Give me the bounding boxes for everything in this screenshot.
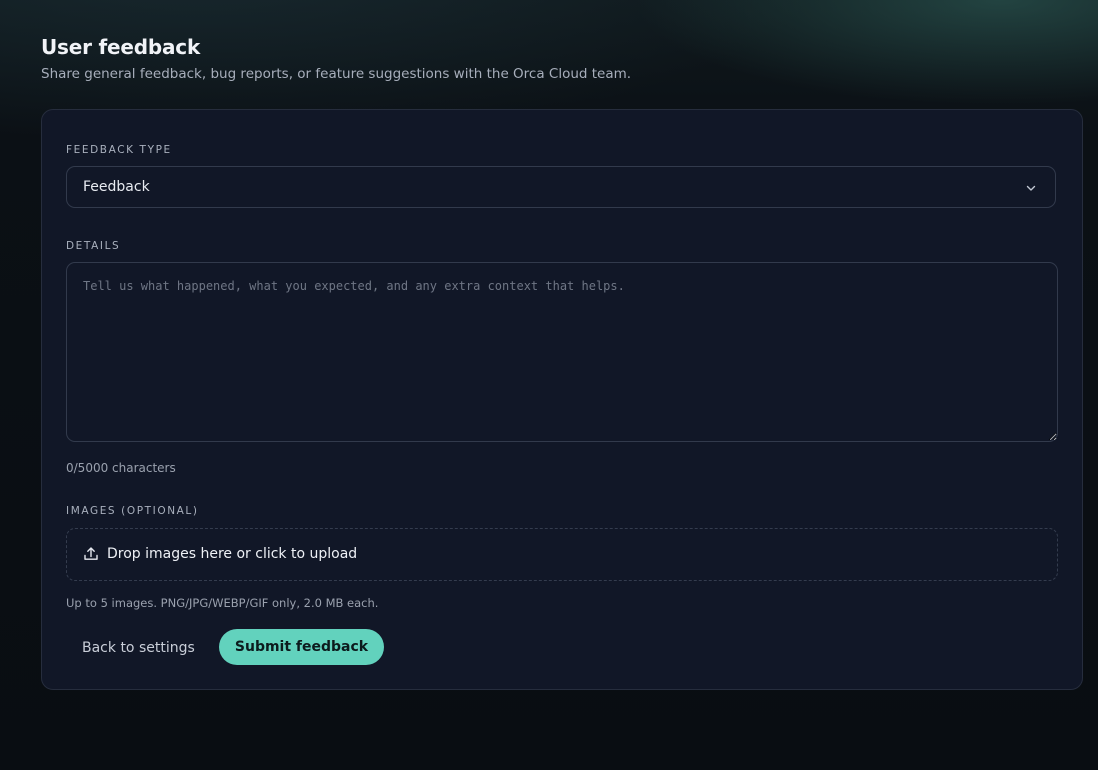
feedback-type-select[interactable]: Feedback <box>66 166 1056 208</box>
page-title: User feedback <box>41 35 201 59</box>
image-upload-hint: Up to 5 images. PNG/JPG/WEBP/GIF only, 2… <box>66 596 379 610</box>
feedback-type-value: Feedback <box>83 179 150 195</box>
details-label: DETAILS <box>66 240 121 252</box>
dropzone-text: Drop images here or click to upload <box>107 546 358 562</box>
character-count: 0/5000 characters <box>66 461 176 475</box>
back-to-settings-button[interactable]: Back to settings <box>68 630 209 665</box>
details-textarea[interactable] <box>66 262 1058 442</box>
upload-icon <box>84 547 98 560</box>
page-subtitle: Share general feedback, bug reports, or … <box>41 66 632 82</box>
feedback-type-label: FEEDBACK TYPE <box>66 144 172 156</box>
image-upload-dropzone[interactable]: Drop images here or click to upload <box>66 528 1058 581</box>
images-label: IMAGES (OPTIONAL) <box>66 505 199 517</box>
feedback-form-card: FEEDBACK TYPE Feedback DETAILS 0/5000 ch… <box>41 109 1083 690</box>
submit-feedback-button[interactable]: Submit feedback <box>219 629 384 665</box>
chevron-down-icon <box>1026 185 1036 191</box>
